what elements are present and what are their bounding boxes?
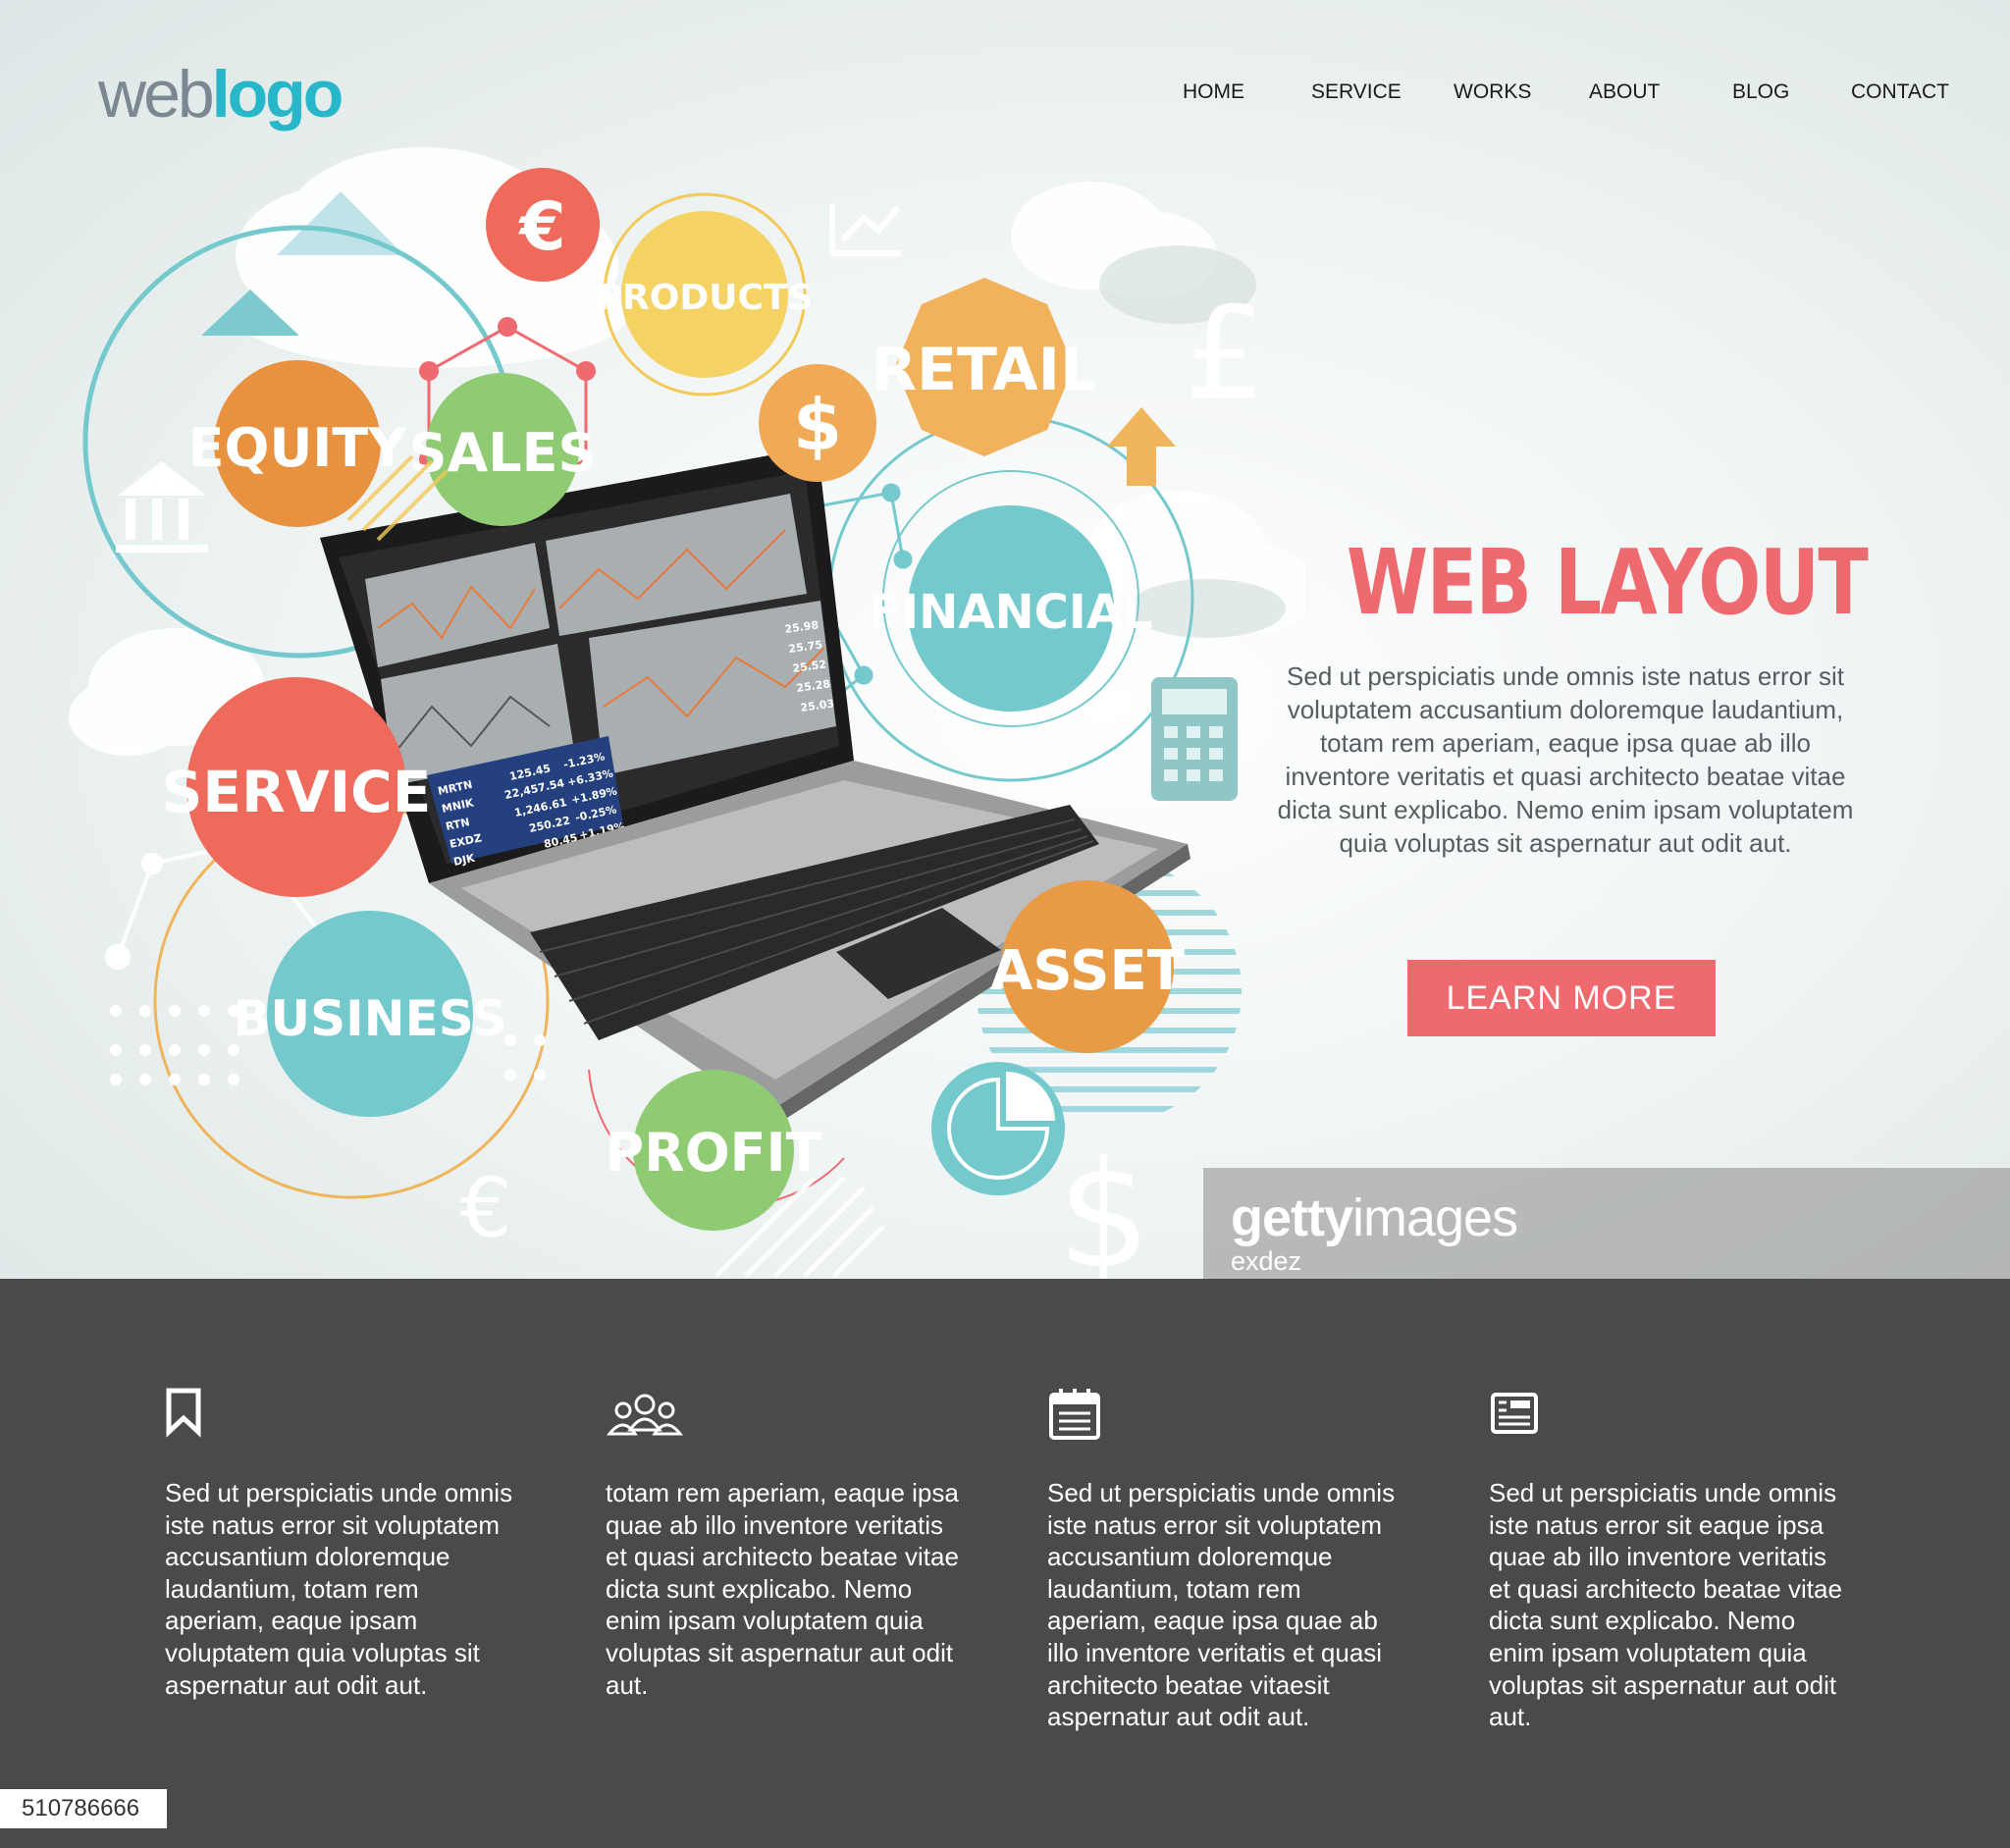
nav-home[interactable]: HOME: [1183, 80, 1244, 104]
svg-text:PRODUCTS: PRODUCTS: [597, 278, 814, 318]
pound-icon: £: [1185, 279, 1266, 428]
svg-text:FINANCIAL: FINANCIAL: [870, 585, 1153, 640]
watermark: gettyimages exdez: [1203, 1168, 2010, 1279]
svg-text:EQUITY: EQUITY: [188, 417, 408, 479]
watermark-brand-bold: getty: [1231, 1188, 1353, 1247]
feature-text: Sed ut perspiciatis unde omnis iste natu…: [1489, 1478, 1842, 1732]
nav-works[interactable]: WORKS: [1454, 80, 1531, 104]
svg-text:ASSET: ASSET: [990, 939, 1185, 1003]
bubble-dollar: $: [759, 364, 876, 482]
svg-text:PROFIT: PROFIT: [606, 1122, 822, 1184]
logo-part-web: web: [98, 57, 215, 132]
nav-contact[interactable]: CONTACT: [1851, 80, 1949, 104]
dollar-icon: $: [1057, 1131, 1150, 1279]
hero-section: MRTN 125.45 -1.23% MNIK 22,457.54 +6.33%…: [0, 0, 2010, 1279]
site-logo[interactable]: weblogo: [98, 61, 344, 128]
nav-service[interactable]: SERVICE: [1311, 80, 1402, 104]
watermark-author: exdez: [1231, 1246, 1302, 1276]
nav-about[interactable]: ABOUT: [1589, 80, 1660, 104]
svg-text:SERVICE: SERVICE: [162, 759, 432, 825]
calendar-icon: [1049, 1389, 1100, 1440]
svg-text:$: $: [793, 384, 842, 466]
users-icon: [606, 1394, 684, 1436]
footer-features: Sed ut perspiciatis unde omnis iste natu…: [0, 1279, 2010, 1848]
nav-blog[interactable]: BLOG: [1732, 80, 1789, 104]
euro-icon: €: [459, 1160, 511, 1256]
hero-illustration: MRTN 125.45 -1.23% MNIK 22,457.54 +6.33%…: [69, 147, 1305, 1279]
feature-text: totam rem aperiam, eaque ipsa quae ab il…: [606, 1478, 959, 1700]
bookmark-icon: [166, 1388, 201, 1438]
arrow-up-icon: [1107, 407, 1176, 486]
svg-text:SALES: SALES: [409, 422, 597, 484]
bubble-retail: RETAIL: [872, 278, 1097, 456]
bubble-products: PRODUCTS: [597, 211, 814, 378]
feature-column: totam rem aperiam, eaque ipsa quae ab il…: [606, 1387, 959, 1701]
feature-column: Sed ut perspiciatis unde omnis iste natu…: [165, 1387, 518, 1701]
growth-chart-icon: [829, 204, 901, 256]
feature-column: Sed ut perspiciatis unde omnis iste natu…: [1489, 1387, 1842, 1733]
feature-text: Sed ut perspiciatis unde omnis iste natu…: [165, 1478, 513, 1700]
pie-chart-icon: [931, 1062, 1065, 1195]
hero-description: Sed ut perspiciatis unde omnis iste natu…: [1277, 661, 1854, 858]
feature-column: Sed ut perspiciatis unde omnis iste natu…: [1047, 1387, 1401, 1733]
logo-part-logo: logo: [211, 57, 344, 132]
svg-text:BUSINESS: BUSINESS: [233, 990, 506, 1047]
hero-title: WEB LAYOUT: [1347, 530, 1869, 635]
newspaper-icon: [1491, 1393, 1538, 1434]
calculator-icon: [1151, 677, 1238, 801]
bubble-equity: EQUITY: [188, 360, 408, 527]
learn-more-button[interactable]: LEARN MORE: [1407, 960, 1716, 1036]
stock-id-label: 510786666: [0, 1789, 167, 1828]
svg-text:€: €: [517, 188, 565, 266]
svg-text:RETAIL: RETAIL: [872, 336, 1097, 404]
watermark-brand: gettyimages: [1231, 1188, 1518, 1248]
bubble-business: BUSINESS: [233, 911, 507, 1117]
feature-text: Sed ut perspiciatis unde omnis iste natu…: [1047, 1478, 1396, 1732]
watermark-brand-light: images: [1352, 1188, 1518, 1247]
bubble-euro: €: [486, 168, 600, 282]
